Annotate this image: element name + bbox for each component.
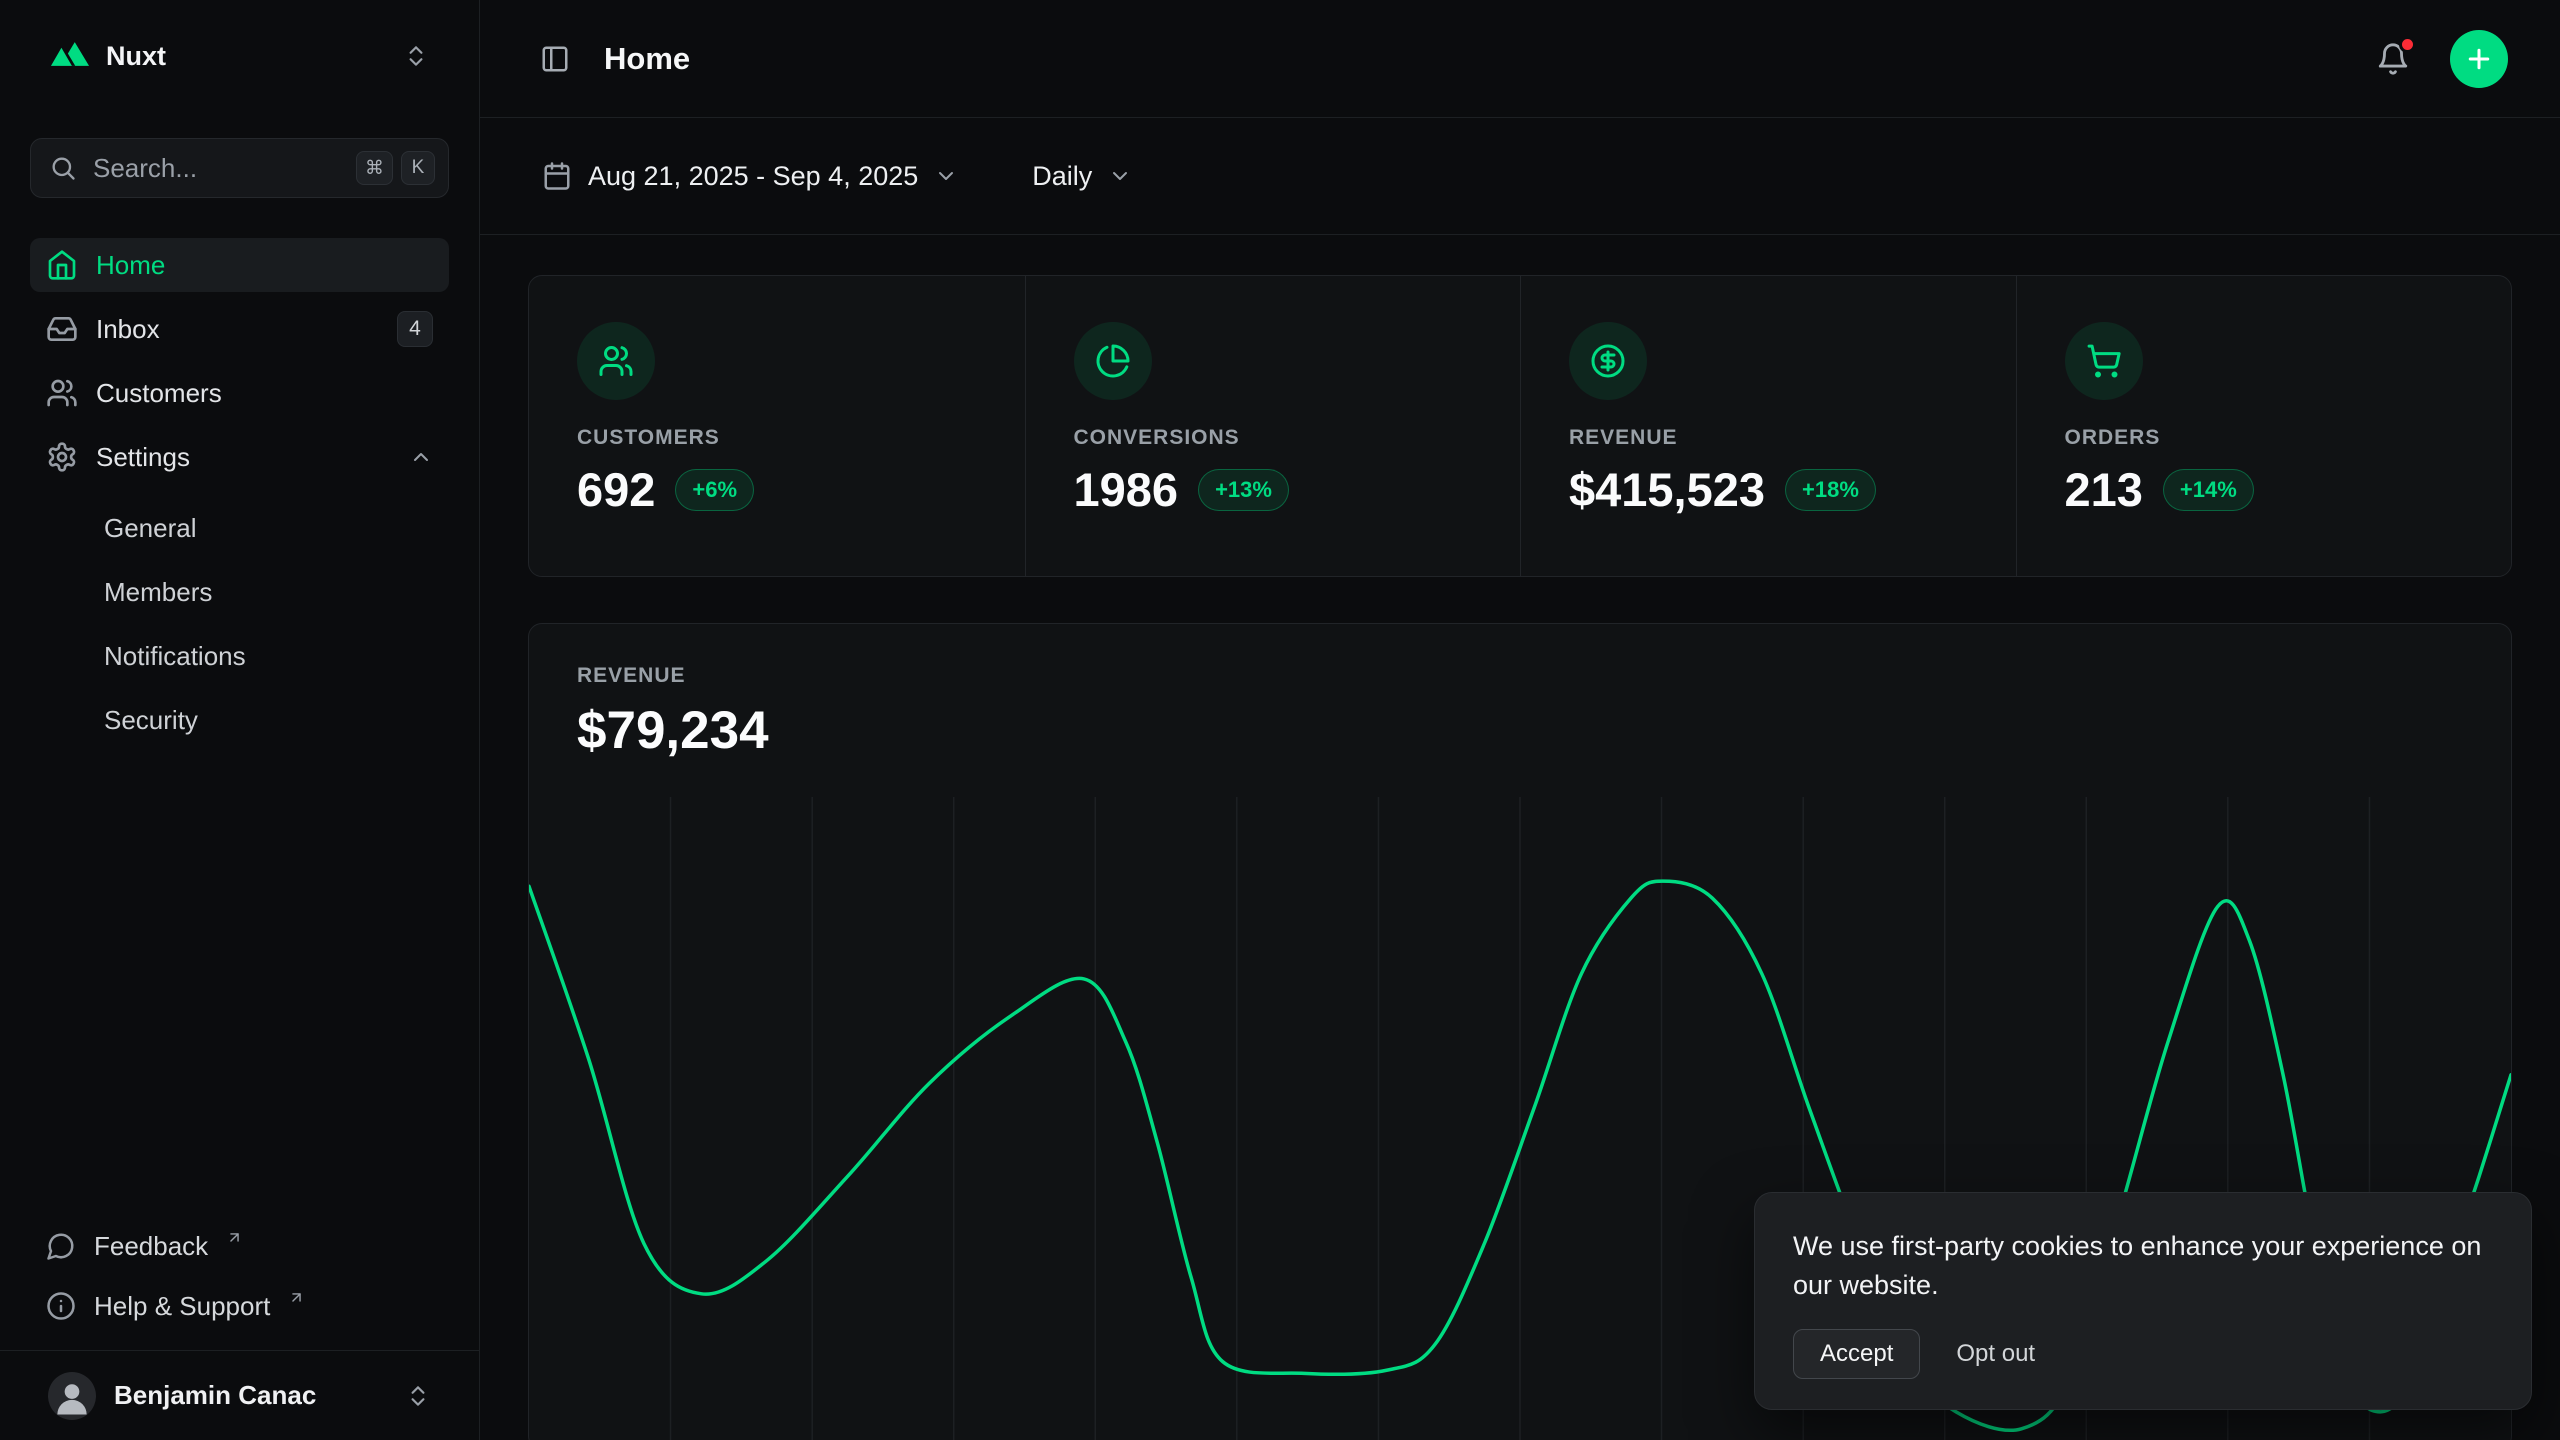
settings-submenu: General Members Notifications Security — [30, 496, 449, 752]
user-name: Benjamin Canac — [114, 1380, 387, 1411]
search-kbd-shortcut: ⌘ K — [356, 151, 435, 185]
granularity-label: Daily — [1032, 161, 1092, 192]
users-icon — [46, 377, 78, 409]
footer-link-label: Feedback — [94, 1231, 208, 1262]
panel-left-icon — [540, 44, 570, 74]
sidebar-item-inbox[interactable]: Inbox 4 — [30, 302, 449, 356]
feedback-link[interactable]: Feedback — [30, 1218, 449, 1274]
page-title: Home — [604, 41, 690, 77]
kbd-k: K — [401, 151, 435, 185]
sidebar-toggle-button[interactable] — [532, 36, 578, 82]
search-input[interactable]: Search... ⌘ K — [30, 138, 449, 198]
stat-value: $415,523 — [1569, 462, 1765, 517]
add-button[interactable] — [2450, 30, 2508, 88]
sidebar-item-label: Home — [96, 250, 165, 281]
sidebar-footer: Feedback Help & Support — [30, 1218, 449, 1334]
search-placeholder: Search... — [93, 153, 340, 184]
calendar-icon — [542, 161, 572, 191]
sidebar-item-settings[interactable]: Settings — [30, 430, 449, 484]
stat-value: 1986 — [1074, 462, 1179, 517]
notification-dot — [2399, 36, 2416, 53]
top-header: Home — [480, 0, 2560, 118]
kbd-cmd: ⌘ — [356, 151, 393, 185]
stat-customers: CUSTOMERS 692 +6% — [529, 276, 1025, 576]
stat-label: CUSTOMERS — [577, 426, 977, 450]
date-range-picker[interactable]: Aug 21, 2025 - Sep 4, 2025 — [528, 149, 972, 204]
gear-icon — [46, 441, 78, 473]
user-menu[interactable]: Benjamin Canac — [0, 1350, 479, 1440]
chevron-up-icon — [409, 445, 433, 469]
sidebar-item-notifications[interactable]: Notifications — [30, 624, 449, 688]
dollar-circle-icon — [1569, 322, 1647, 400]
home-icon — [46, 249, 78, 281]
sidebar-item-label: Inbox — [96, 314, 160, 345]
help-support-link[interactable]: Help & Support — [30, 1278, 449, 1334]
stat-delta-badge: +18% — [1785, 469, 1876, 511]
granularity-select[interactable]: Daily — [1018, 149, 1146, 204]
sidebar-nav: Home Inbox 4 Customers Sett — [30, 238, 449, 752]
cookie-optout-button[interactable]: Opt out — [1956, 1340, 2035, 1368]
search-icon — [49, 154, 77, 182]
cookie-banner: We use first-party cookies to enhance yo… — [1754, 1192, 2532, 1410]
chevron-up-down-icon — [403, 43, 429, 69]
chevron-up-down-icon — [405, 1383, 431, 1409]
cart-icon — [2065, 322, 2143, 400]
stats-card: CUSTOMERS 692 +6% CONVERSIONS 1986 +13% — [528, 275, 2512, 577]
notifications-button[interactable] — [2372, 38, 2414, 80]
workspace-switcher[interactable]: Nuxt — [30, 24, 449, 88]
sidebar-item-security[interactable]: Security — [30, 688, 449, 752]
inbox-count-badge: 4 — [397, 311, 433, 347]
sidebar-item-members[interactable]: Members — [30, 560, 449, 624]
stat-label: REVENUE — [1569, 426, 1968, 450]
sidebar-subitem-label: Notifications — [104, 641, 246, 672]
workspace-name: Nuxt — [106, 41, 166, 72]
stat-delta-badge: +14% — [2163, 469, 2254, 511]
date-range-label: Aug 21, 2025 - Sep 4, 2025 — [588, 161, 918, 192]
pie-chart-icon — [1074, 322, 1152, 400]
sidebar-item-home[interactable]: Home — [30, 238, 449, 292]
stat-label: ORDERS — [2065, 426, 2464, 450]
sidebar-subitem-label: Security — [104, 705, 198, 736]
sidebar: Nuxt Search... ⌘ K Home — [0, 0, 480, 1440]
controls-bar: Aug 21, 2025 - Sep 4, 2025 Daily — [480, 118, 2560, 235]
chevron-down-icon — [1108, 164, 1132, 188]
sidebar-item-label: Customers — [96, 378, 222, 409]
stat-delta-badge: +13% — [1198, 469, 1289, 511]
stat-label: CONVERSIONS — [1074, 426, 1473, 450]
sidebar-item-general[interactable]: General — [30, 496, 449, 560]
users-icon — [577, 322, 655, 400]
stat-revenue: REVENUE $415,523 +18% — [1520, 276, 2016, 576]
stat-value: 213 — [2065, 462, 2143, 517]
revenue-card-value: $79,234 — [577, 700, 2463, 761]
sidebar-item-label: Settings — [96, 442, 190, 473]
external-link-icon — [226, 1229, 243, 1246]
sidebar-spacer — [30, 752, 449, 1218]
revenue-card-label: REVENUE — [577, 664, 2463, 688]
nuxt-logo — [50, 40, 90, 72]
stat-orders: ORDERS 213 +14% — [2016, 276, 2512, 576]
info-circle-icon — [46, 1291, 76, 1321]
chevron-down-icon — [934, 164, 958, 188]
sidebar-subitem-label: General — [104, 513, 197, 544]
stat-delta-badge: +6% — [675, 469, 754, 511]
sidebar-item-customers[interactable]: Customers — [30, 366, 449, 420]
footer-link-label: Help & Support — [94, 1291, 270, 1322]
message-bubble-icon — [46, 1231, 76, 1261]
cookie-message: We use first-party cookies to enhance yo… — [1793, 1227, 2493, 1305]
cookie-accept-button[interactable]: Accept — [1793, 1329, 1920, 1379]
inbox-icon — [46, 313, 78, 345]
sidebar-subitem-label: Members — [104, 577, 212, 608]
external-link-icon — [288, 1289, 305, 1306]
avatar — [48, 1372, 96, 1420]
stat-value: 692 — [577, 462, 655, 517]
stat-conversions: CONVERSIONS 1986 +13% — [1025, 276, 1521, 576]
plus-icon — [2464, 44, 2494, 74]
